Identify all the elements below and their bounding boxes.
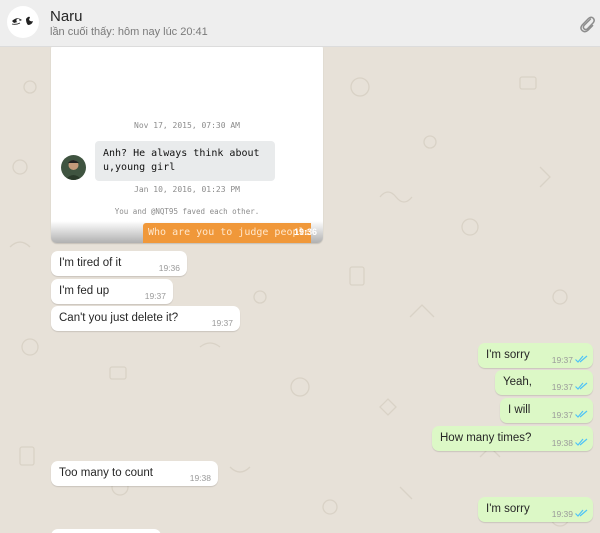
outgoing-message[interactable]: I'm sorry 19:37: [478, 343, 593, 368]
message-time: 19:37: [551, 355, 573, 365]
message-text: How many times?: [440, 432, 532, 444]
read-receipt-icon: [575, 509, 588, 517]
image-user-avatar: [61, 155, 86, 180]
message-time: 19:39: [551, 509, 573, 519]
conversation-panel[interactable]: Nov 17, 2015, 07:30 AM Anh? He always th…: [0, 47, 600, 533]
message-text: I will: [508, 404, 531, 416]
image-date-2: Jan 10, 2016, 01:23 PM: [134, 185, 240, 194]
read-receipt-icon: [575, 410, 588, 418]
read-receipt-icon: [575, 355, 588, 363]
read-receipt-icon: [575, 382, 588, 390]
message-time: 19:37: [551, 410, 573, 420]
message-time: 19:36: [158, 263, 180, 273]
message-time: 19:38: [189, 473, 211, 483]
incoming-message[interactable]: I'm fed up 19:37: [51, 279, 173, 304]
outgoing-message[interactable]: I'm sorry 19:39: [478, 497, 593, 522]
paperclip-icon[interactable]: [578, 13, 596, 35]
message-time: 19:37: [551, 382, 573, 392]
message-time: 19:38: [551, 438, 573, 448]
outgoing-message[interactable]: I will 19:37: [500, 398, 593, 423]
contact-name[interactable]: Naru: [50, 8, 83, 25]
incoming-message-partial[interactable]: [51, 529, 161, 533]
incoming-message[interactable]: Can't you just delete it? 19:37: [51, 306, 240, 331]
image-message[interactable]: Nov 17, 2015, 07:30 AM Anh? He always th…: [51, 47, 323, 243]
image-fave-note: You and @NQT95 faved each other.: [114, 207, 260, 216]
message-text: Too many to count: [59, 467, 153, 479]
last-seen-status: lần cuối thấy: hôm nay lúc 20:41: [50, 26, 208, 38]
message-time: 19:37: [211, 318, 233, 328]
outgoing-message[interactable]: Yeah, 19:37: [495, 370, 593, 395]
outgoing-message[interactable]: How many times? 19:38: [432, 426, 593, 451]
image-reply-preview: Who are you to judge people: [143, 223, 311, 243]
message-text: Can't you just delete it?: [59, 312, 179, 324]
message-text: I'm sorry: [486, 503, 530, 515]
anime-eye-avatar-icon: [11, 16, 33, 25]
message-text: Yeah,: [503, 376, 532, 388]
read-receipt-icon: [575, 438, 588, 446]
message-time: 19:37: [144, 291, 166, 301]
incoming-message[interactable]: Too many to count 19:38: [51, 461, 218, 486]
contact-avatar[interactable]: [7, 6, 39, 38]
message-text: I'm sorry: [486, 349, 530, 361]
message-time: 19:36: [294, 227, 318, 237]
incoming-message[interactable]: I'm tired of it 19:36: [51, 251, 187, 276]
message-text: I'm tired of it: [59, 257, 122, 269]
chat-header: Naru lần cuối thấy: hôm nay lúc 20:41: [0, 0, 600, 47]
quoted-text-bubble: Anh? He always think about u,young girl: [95, 141, 275, 181]
message-text: I'm fed up: [59, 285, 110, 297]
image-date-1: Nov 17, 2015, 07:30 AM: [134, 121, 240, 130]
